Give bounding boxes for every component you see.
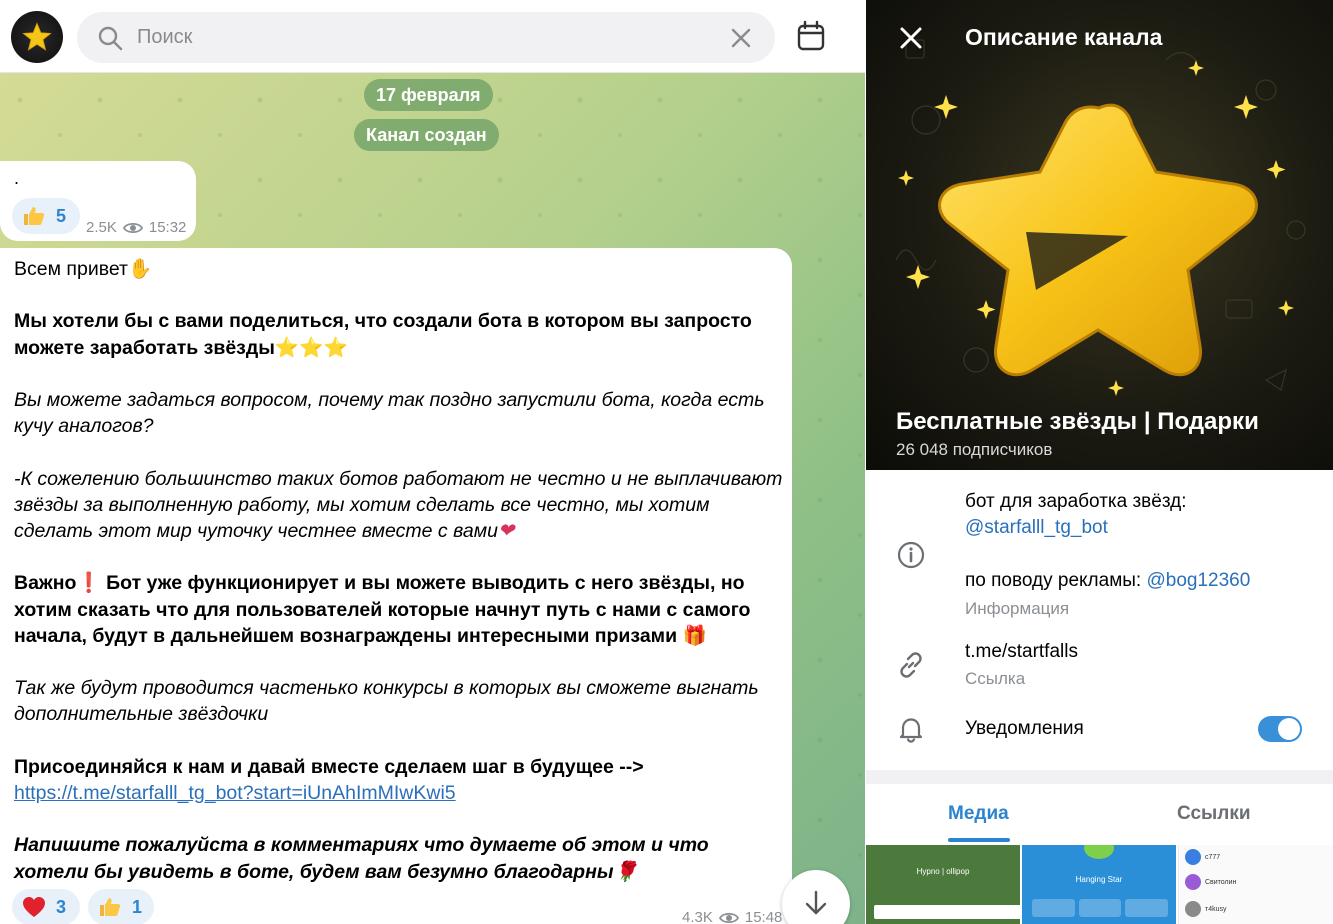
toggle-knob	[1278, 718, 1300, 740]
date-pill: 17 февраля	[364, 79, 493, 111]
greeting-text: Всем привет	[14, 258, 128, 280]
paragraph-4: Бот уже функционирует и вы можете выводи…	[14, 572, 751, 647]
media-tile-2-button	[1078, 899, 1122, 917]
channel-link-caption: Ссылка	[965, 669, 1026, 688]
description-bot-link[interactable]: @starfalll_tg_bot	[965, 517, 1108, 539]
media-tile-2-label: Hanging Star	[1075, 875, 1123, 884]
tab-media[interactable]: Медиа	[948, 803, 1009, 825]
info-icon	[897, 541, 925, 569]
waving-hand-emoji: ✋	[128, 258, 153, 280]
arrow-down-icon	[805, 890, 827, 915]
thumbs-up-icon	[24, 207, 45, 225]
star-icon	[22, 22, 52, 51]
media-tile-2-buttons	[1032, 899, 1169, 917]
media-tile-2-art	[1084, 845, 1114, 859]
paragraph-6: Присоединяйся к нам и давай вместе сдела…	[14, 755, 644, 778]
tab-links[interactable]: Ссылки	[1177, 803, 1251, 825]
media-tile-2[interactable]: Hanging Star	[1022, 845, 1176, 924]
reaction-thumbs-up-count: 5	[56, 205, 67, 226]
paragraph-3: -К сожелению большинство таких ботов раб…	[14, 467, 783, 542]
hero-star-artwork	[895, 39, 1306, 396]
description-line-1: бот для заработка звёзд:	[965, 491, 1187, 512]
paragraph-1: Мы хотели бы с вами поделиться, что созд…	[14, 310, 752, 359]
message-1-meta: 2.5K 15:32	[86, 219, 186, 236]
eye-icon	[122, 222, 143, 233]
eye-icon	[718, 912, 739, 923]
channel-avatar[interactable]	[11, 11, 63, 63]
reaction-heart[interactable]: 3	[12, 889, 80, 924]
chat-panel: 17 февраля Канал создан . 5 2.5K 15:32 В…	[0, 0, 865, 924]
message-1-time: 15:32	[148, 219, 187, 236]
reaction-thumbs-up-2[interactable]: 1	[88, 889, 154, 924]
heart-emoji: ❤	[497, 519, 515, 542]
description-ads-label: по поводу рекламы:	[965, 570, 1147, 591]
message-2-body: Всем привет✋ Мы хотели бы с вами поделит…	[14, 256, 784, 911]
mini-avatar	[1185, 849, 1201, 865]
mini-row: c777	[1185, 848, 1220, 866]
bot-link[interactable]: https://t.me/starfalll_tg_bot?start=iUnA…	[14, 782, 456, 804]
channel-info-panel: Описание канала Бесплатные звёзды | Пода…	[866, 0, 1333, 924]
search-input[interactable]	[137, 12, 737, 63]
mini-row-name: т4kusy	[1205, 905, 1227, 913]
service-message-pill: Канал создан	[354, 119, 499, 151]
channel-hero: Описание канала Бесплатные звёзды | Пода…	[866, 0, 1333, 470]
notifications-label: Уведомления	[965, 718, 1084, 739]
thumbs-up-icon	[99, 898, 121, 916]
paragraph-4-lead: Важно	[14, 572, 77, 595]
message-2-time: 15:48	[744, 909, 783, 924]
gift-emoji: 🎁	[682, 624, 707, 647]
panel-title: Описание канала	[965, 24, 1163, 50]
mini-row: Свитолин	[1185, 873, 1236, 891]
message-1-text: .	[14, 168, 20, 188]
media-tile-1-label: Hypno | ollipop	[916, 867, 970, 876]
channel-link[interactable]: t.me/startfalls	[965, 641, 1078, 663]
paragraph-7: Напишите пожалуйста в комментариях что д…	[14, 834, 709, 883]
heart-icon	[23, 897, 45, 917]
search-bar[interactable]	[77, 12, 775, 63]
notifications-toggle[interactable]	[1258, 716, 1302, 742]
mini-avatar	[1185, 901, 1201, 917]
link-icon	[900, 652, 922, 678]
paragraph-5: Так же будут проводится частенько конкур…	[14, 677, 759, 726]
reaction-thumbs-up-2-count: 1	[131, 896, 142, 917]
paragraph-2: Вы можете задаться вопросом, почему так …	[14, 388, 765, 438]
channel-name: Бесплатные звёзды | Подарки	[896, 408, 1259, 435]
message-2-views: 4.3K	[682, 909, 713, 924]
media-tile-2-button	[1125, 899, 1169, 917]
chat-topbar	[0, 0, 865, 73]
reaction-heart-count: 3	[56, 896, 67, 917]
rose-emoji: 🌹	[613, 860, 638, 883]
exclamation-emoji: ❗	[76, 572, 101, 595]
subscriber-count: 26 048 подписчиков	[896, 440, 1053, 459]
search-icon	[98, 26, 123, 51]
mini-row: т4kusy	[1185, 900, 1227, 918]
description-caption: Информация	[965, 599, 1070, 618]
media-tile-1[interactable]: Hypno | ollipop	[866, 845, 1020, 924]
media-grid: Hypno | ollipop Hanging Star c777 Свитол…	[866, 845, 1333, 924]
mini-avatar	[1185, 874, 1201, 890]
message-1-views: 2.5K	[86, 219, 117, 236]
clear-icon[interactable]	[729, 26, 753, 50]
mini-row-name: c777	[1205, 853, 1221, 861]
section-divider	[866, 770, 1333, 784]
message-2-meta: 4.3K 15:48	[682, 909, 782, 924]
calendar-icon[interactable]	[796, 20, 826, 52]
bell-icon	[899, 718, 923, 743]
description-ads: по поводу рекламы: @bog12360	[965, 570, 1250, 592]
media-tile-1-bar	[874, 905, 1020, 919]
reaction-thumbs-up[interactable]: 5	[12, 198, 80, 234]
tab-active-indicator	[948, 838, 1010, 842]
media-tile-3[interactable]: c777 Свитолин т4kusy	[1178, 845, 1333, 924]
media-tile-2-button	[1032, 899, 1075, 917]
close-icon[interactable]	[899, 26, 923, 50]
star-emoji: ⭐⭐⭐	[274, 336, 348, 359]
mini-row-name: Свитолин	[1205, 878, 1237, 886]
description-ads-handle[interactable]: @bog12360	[1146, 570, 1250, 591]
